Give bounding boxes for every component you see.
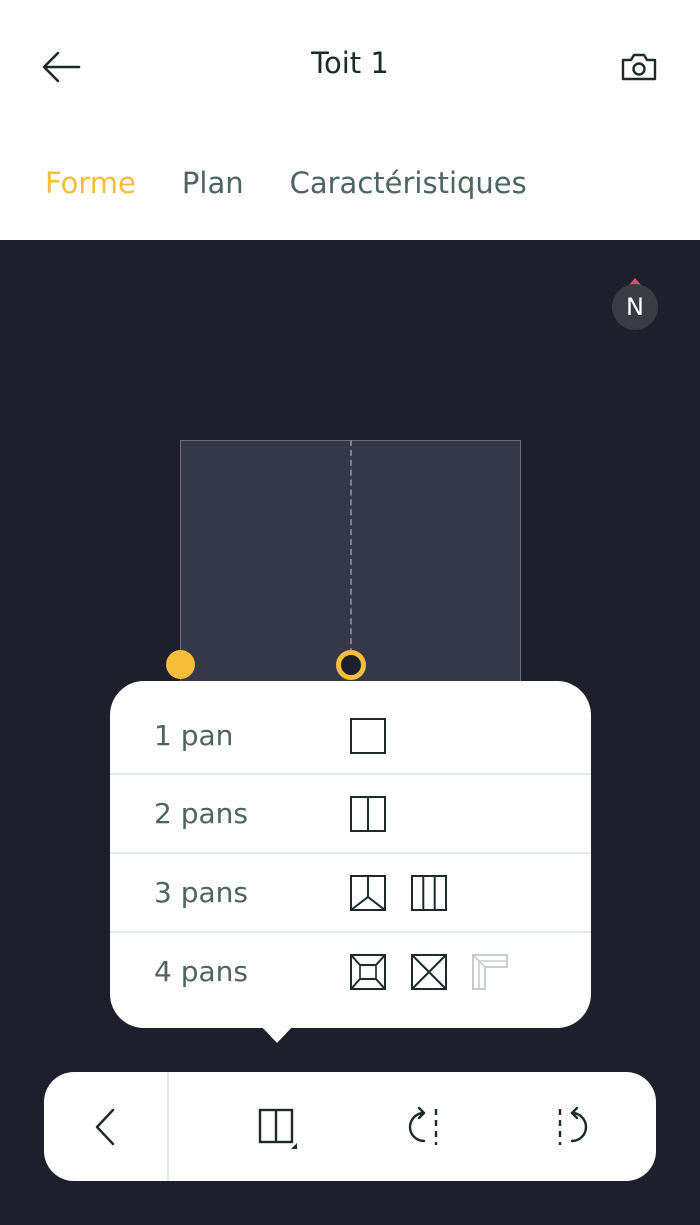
tab-plan[interactable]: Plan (182, 166, 244, 200)
toolbar-divider (167, 1072, 169, 1181)
rotate-clockwise-button[interactable] (398, 1100, 452, 1154)
menu-row-4-pans: 4 pans (110, 933, 591, 1011)
ridge-handle[interactable] (336, 650, 366, 680)
menu-pointer (259, 1024, 295, 1043)
row-label: 1 pan (154, 719, 234, 752)
l-shaped-roof-icon (472, 954, 508, 990)
pyramid-roof-icon[interactable] (411, 954, 447, 990)
menu-row-2-pans: 2 pans (110, 775, 591, 853)
hip-roof-icon[interactable] (350, 954, 386, 990)
roof-shape-button[interactable] (250, 1100, 304, 1154)
tab-forme[interactable]: Forme (45, 166, 136, 200)
camera-icon (621, 53, 657, 81)
menu-row-1-pan: 1 pan (110, 697, 591, 775)
rotate-cw-icon (408, 1106, 438, 1145)
roof-shape-icon (258, 1108, 297, 1149)
compass-button[interactable]: N (612, 284, 658, 330)
tab-bar: Forme Plan Caractéristiques (45, 166, 527, 200)
row-label: 2 pans (154, 797, 248, 830)
chevron-left-icon (95, 1108, 115, 1146)
row-label: 3 pans (154, 876, 248, 909)
rotate-ccw-icon (558, 1106, 588, 1145)
page-title: Toit 1 (311, 46, 389, 80)
tab-caracteristiques[interactable]: Caractéristiques (290, 166, 527, 200)
app-header: Toit 1 Forme Plan Caractéristiques (0, 0, 700, 240)
corner-handle[interactable] (166, 650, 195, 679)
bottom-toolbar (44, 1072, 656, 1181)
menu-row-3-pans: 3 pans (110, 854, 591, 932)
camera-button[interactable] (614, 44, 664, 90)
single-slope-icon[interactable] (350, 718, 386, 754)
gable-roof-icon[interactable] (350, 796, 386, 832)
roof-ridge-line (350, 440, 352, 664)
row-label: 4 pans (154, 955, 248, 988)
roof-shape-menu: 1 pan 2 pans 3 pans 4 pans (110, 681, 591, 1028)
compass-label: N (626, 293, 644, 321)
three-slope-strip-icon[interactable] (411, 875, 447, 911)
hip-triangle-roof-icon[interactable] (350, 875, 386, 911)
rotate-counterclockwise-button[interactable] (544, 1100, 598, 1154)
collapse-button[interactable] (78, 1100, 132, 1154)
